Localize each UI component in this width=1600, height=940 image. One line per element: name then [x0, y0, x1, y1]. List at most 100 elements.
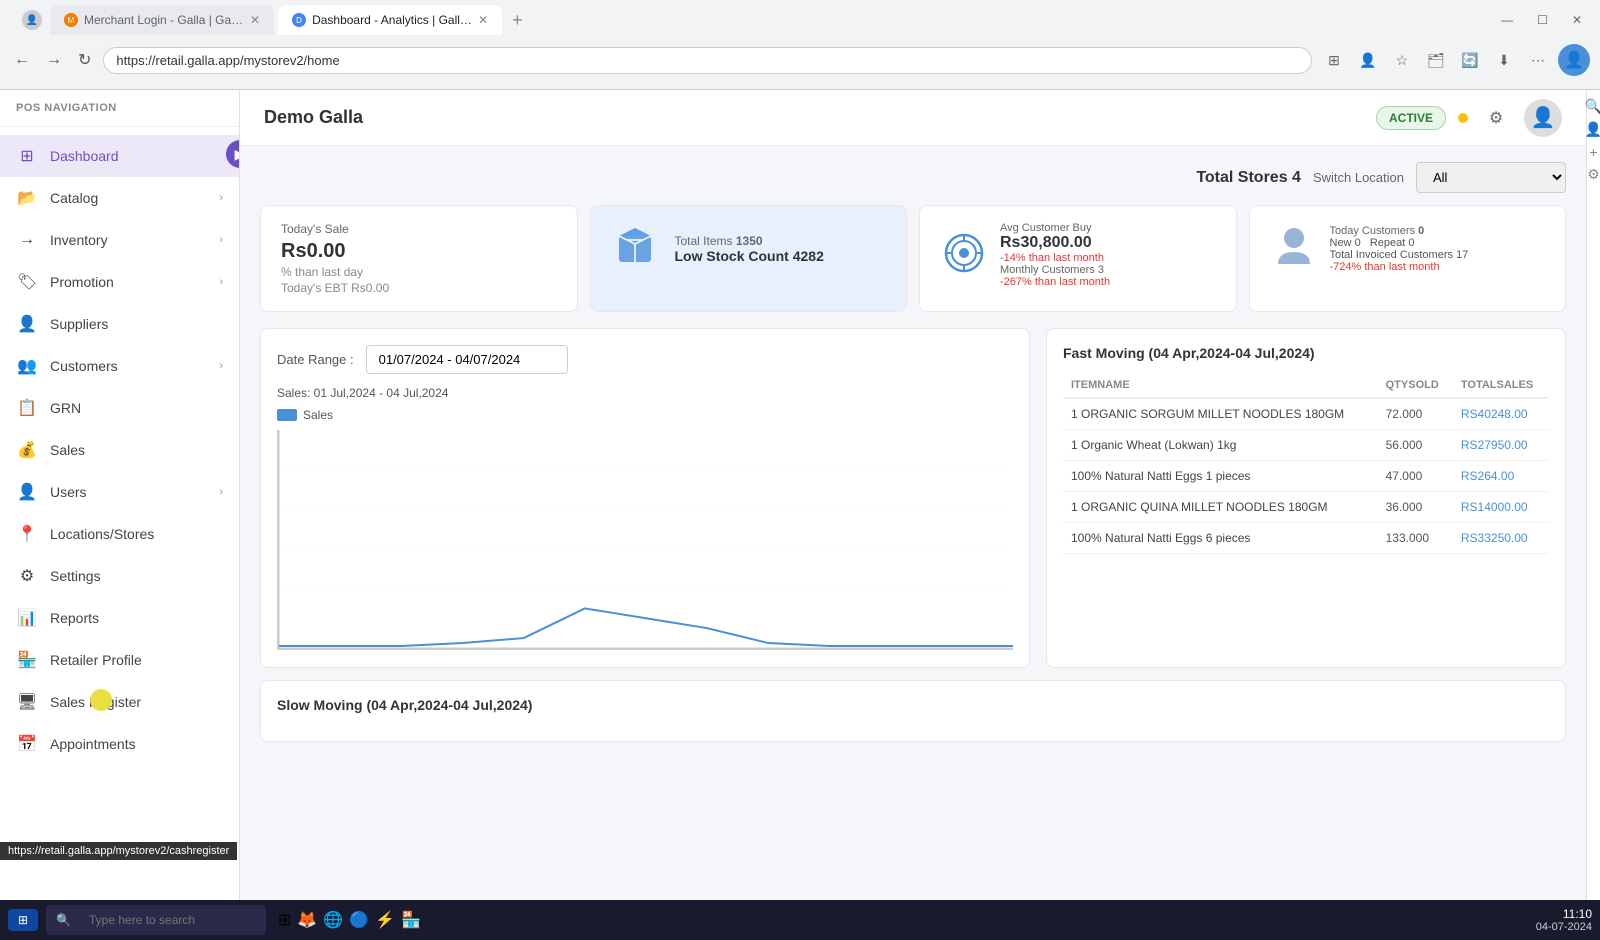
taskbar-firefox-icon[interactable]: 🦊 — [297, 910, 317, 930]
sidebar-item-users[interactable]: 👤 Users › — [0, 471, 239, 513]
reload-button[interactable]: ↻ — [74, 46, 95, 74]
table-row: 100% Natural Natti Eggs 1 pieces 47.000 … — [1063, 461, 1549, 492]
browser-tabs: M Merchant Login - Galla | Galla G... ✕ … — [50, 5, 1485, 35]
box-icon — [611, 222, 659, 270]
sidebar-item-catalog[interactable]: 📂 Catalog › — [0, 177, 239, 219]
address-bar[interactable] — [103, 47, 1312, 74]
right-icon-search[interactable]: 🔍 — [1585, 98, 1600, 115]
toolbar-icons: ⊞ 👤 ☆ 🗂 🔄 ⬇ ⋯ 👤 — [1320, 44, 1590, 76]
sidebar-item-suppliers[interactable]: 👤 Suppliers — [0, 303, 239, 345]
new-tab-button[interactable]: + — [506, 8, 529, 33]
catalog-arrow: › — [219, 192, 223, 204]
start-icon: ⊞ — [18, 913, 28, 927]
date-range-input[interactable] — [366, 345, 568, 374]
total-invoiced-label: Total Invoiced Customers 17 — [1330, 249, 1469, 261]
taskbar-task-view[interactable]: ⊞ — [278, 910, 291, 930]
taskbar-chrome-icon[interactable]: 🔵 — [349, 910, 369, 930]
target-icon — [940, 229, 988, 277]
stats-cards-row: Today's Sale Rs0.00 % than last day Toda… — [260, 205, 1566, 312]
table-row: 1 ORGANIC QUINA MILLET NOODLES 180GM 36.… — [1063, 492, 1549, 523]
switch-location-section: Total Stores 4 Switch Location All — [1196, 162, 1566, 193]
grn-icon: 📋 — [16, 397, 38, 419]
profile-icon[interactable]: 👤 — [22, 10, 42, 30]
start-button[interactable]: ⊞ — [8, 909, 38, 931]
cell-qty: 72.000 — [1378, 398, 1453, 430]
sidebar-item-settings[interactable]: ⚙ Settings — [0, 555, 239, 597]
sidebar-item-promotion[interactable]: 🏷 Promotion › — [0, 261, 239, 303]
minimize-button[interactable]: — — [1493, 11, 1521, 29]
stats-sales-ebt: Today's EBT Rs0.00 — [281, 281, 557, 295]
table-header: ITEMNAME QTYSOLD TOTALSALES — [1063, 373, 1549, 398]
sidebar-item-dashboard[interactable]: ⊞ Dashboard — [0, 135, 239, 177]
settings-topbar-icon[interactable]: ⚙ — [1480, 102, 1512, 134]
catalog-icon: 📂 — [16, 187, 38, 209]
avg-buy-value: Rs30,800.00 — [1000, 234, 1110, 252]
downloads-icon[interactable]: ⬇ — [1490, 46, 1518, 74]
cell-itemname: 1 ORGANIC QUINA MILLET NOODLES 180GM — [1063, 492, 1378, 523]
browser-profile-avatar[interactable]: 👤 — [1558, 44, 1590, 76]
right-icon-person[interactable]: 👤 — [1585, 121, 1600, 138]
cell-price: RS264.00 — [1453, 461, 1549, 492]
col-itemname: ITEMNAME — [1063, 373, 1378, 398]
sidebar-item-sales[interactable]: 💰 Sales — [0, 429, 239, 471]
taskbar-chrome2-icon[interactable]: ⚡ — [375, 910, 395, 930]
customer-icon — [1270, 222, 1318, 270]
taskbar-search-icon: 🔍 — [56, 913, 71, 927]
browser-tab-dashboard[interactable]: D Dashboard - Analytics | Galla G... ✕ — [278, 5, 502, 35]
forward-button[interactable]: → — [42, 47, 66, 73]
date-range-label: Date Range : — [277, 352, 354, 367]
cell-itemname: 100% Natural Natti Eggs 1 pieces — [1063, 461, 1378, 492]
tab-close-dashboard[interactable]: ✕ — [478, 13, 488, 27]
taskbar-store-icon[interactable]: 🏪 — [401, 910, 421, 930]
right-icon-plus[interactable]: + — [1589, 144, 1597, 160]
sidebar-item-customers[interactable]: 👥 Customers › — [0, 345, 239, 387]
sidebar-item-label-catalog: Catalog — [50, 190, 207, 206]
avg-buy-label: Avg Customer Buy — [1000, 222, 1110, 234]
users-arrow: › — [219, 486, 223, 498]
sidebar-item-label-grn: GRN — [50, 400, 223, 416]
tab-close-merchant[interactable]: ✕ — [250, 13, 260, 27]
profile-button[interactable]: 👤 — [1354, 46, 1382, 74]
browser-tab-merchant[interactable]: M Merchant Login - Galla | Galla G... ✕ — [50, 5, 274, 35]
sync-icon[interactable]: 🔄 — [1456, 46, 1484, 74]
sidebar-item-label-appointments: Appointments — [50, 736, 223, 752]
today-customers-text: Today Customers 0 New 0 Repeat 0 Total I… — [1330, 225, 1469, 273]
sidebar-item-sales-register[interactable]: 🖥 Sales Register — [0, 681, 239, 723]
cell-price: RS27950.00 — [1453, 430, 1549, 461]
avg-customer-icon-wrap — [940, 229, 988, 282]
taskbar-search-bar[interactable]: 🔍 — [46, 905, 266, 935]
collections-icon[interactable]: 🗂 — [1422, 46, 1450, 74]
cell-qty: 47.000 — [1378, 461, 1453, 492]
new-repeat-label: New 0 Repeat 0 — [1330, 237, 1469, 249]
back-button[interactable]: ← — [10, 47, 34, 73]
cell-price: RS33250.00 — [1453, 523, 1549, 554]
sidebar-item-retailer-profile[interactable]: 🏪 Retailer Profile — [0, 639, 239, 681]
today-customers-label: Today Customers 0 — [1330, 225, 1469, 237]
favorite-icon[interactable]: ☆ — [1388, 46, 1416, 74]
more-icon[interactable]: ⋯ — [1524, 46, 1552, 74]
user-avatar[interactable]: 👤 — [1524, 99, 1562, 137]
sales-icon: 💰 — [16, 439, 38, 461]
taskbar-edge-icon[interactable]: 🌐 — [323, 910, 343, 930]
extensions-icon[interactable]: ⊞ — [1320, 46, 1348, 74]
maximize-button[interactable]: ☐ — [1529, 11, 1556, 29]
sidebar-item-inventory[interactable]: → Inventory › — [0, 219, 239, 261]
date-range-row: Date Range : — [277, 345, 1013, 374]
taskbar-search-input[interactable] — [77, 909, 256, 931]
right-icon-settings[interactable]: ⚙ — [1587, 166, 1600, 183]
col-qtysold: QTYSOLD — [1378, 373, 1453, 398]
close-button[interactable]: ✕ — [1564, 11, 1590, 29]
sidebar-item-reports[interactable]: 📊 Reports — [0, 597, 239, 639]
inventory-total-label: Total Items 1350 — [675, 234, 824, 248]
highlight-badge — [90, 689, 112, 711]
sidebar-item-grn[interactable]: 📋 GRN — [0, 387, 239, 429]
dashboard-content: Total Stores 4 Switch Location All Today… — [240, 146, 1586, 900]
right-sidebar: 🔍 👤 + ⚙ — [1586, 90, 1600, 900]
inventory-arrow: › — [219, 234, 223, 246]
tab-favicon-merchant: M — [64, 13, 78, 27]
sidebar-item-locations[interactable]: 📍 Locations/Stores — [0, 513, 239, 555]
cell-price: RS14000.00 — [1453, 492, 1549, 523]
location-select[interactable]: All — [1416, 162, 1566, 193]
sidebar-item-appointments[interactable]: 📅 Appointments — [0, 723, 239, 765]
tab-favicon-dashboard: D — [292, 13, 306, 27]
